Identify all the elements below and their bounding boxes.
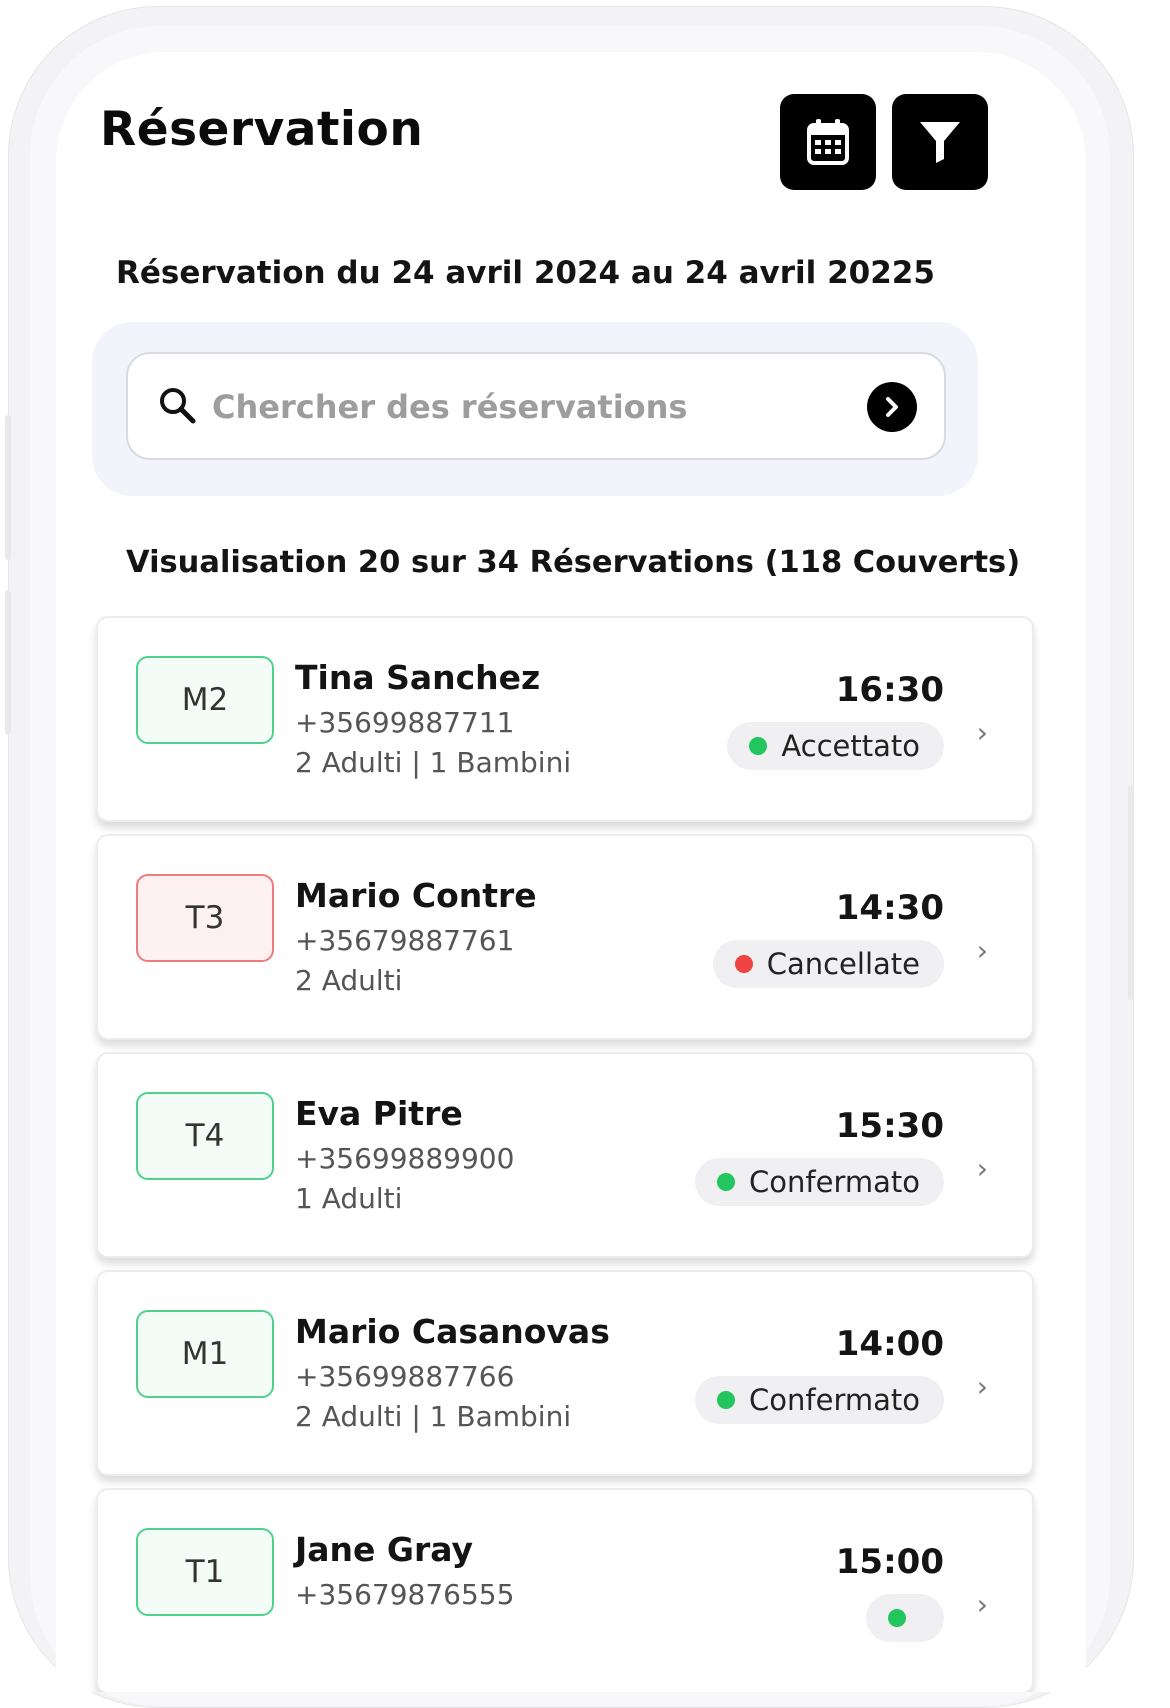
status-badge: Confermato — [695, 1376, 944, 1424]
status-label: Cancellate — [766, 947, 920, 981]
table-badge: T3 — [136, 874, 274, 962]
table-badge: T1 — [136, 1528, 274, 1616]
guest-covers: 1 Adulti — [295, 1182, 403, 1215]
date-range-text: Réservation du 24 avril 2024 au 24 avril… — [116, 255, 935, 291]
chevron-right-icon — [886, 397, 898, 417]
guest-name: Mario Contre — [295, 876, 537, 915]
reservation-time: 16:30 — [835, 670, 944, 710]
status-label: Confermato — [749, 1165, 920, 1199]
reservation-time: 14:00 — [835, 1324, 944, 1364]
guest-covers: 2 Adulti — [295, 964, 403, 997]
reservation-card[interactable]: M2 Tina Sanchez +35699887711 2 Adulti | … — [96, 616, 1034, 822]
app-screen: Réservation Réservation du 24 avril 2024… — [56, 52, 1086, 1692]
status-label: Confermato — [749, 1383, 920, 1417]
reservation-card[interactable]: T3 Mario Contre +35679887761 2 Adulti 14… — [96, 834, 1034, 1040]
guest-name: Eva Pitre — [295, 1094, 463, 1133]
search-submit-button[interactable] — [867, 382, 917, 432]
chevron-right-icon: › — [976, 1152, 988, 1185]
calendar-button[interactable] — [780, 94, 876, 190]
search-panel — [92, 322, 978, 496]
guest-phone: +35679887761 — [295, 924, 515, 957]
guest-phone: +35679876555 — [295, 1578, 515, 1611]
guest-name: Tina Sanchez — [295, 658, 541, 697]
reservation-card[interactable]: T4 Eva Pitre +35699889900 1 Adulti 15:30… — [96, 1052, 1034, 1258]
reservation-card[interactable]: T1 Jane Gray +35679876555 15:00 › — [96, 1488, 1034, 1692]
status-dot — [749, 737, 768, 755]
guest-phone: +35699887711 — [295, 706, 515, 739]
status-dot — [717, 1391, 736, 1409]
filter-button[interactable] — [892, 94, 988, 190]
status-badge: Confermato — [695, 1158, 944, 1206]
volume-down-button — [5, 590, 11, 735]
reservation-card[interactable]: M1 Mario Casanovas +35699887766 2 Adulti… — [96, 1270, 1034, 1476]
calendar-icon — [807, 119, 849, 165]
guest-phone: +35699889900 — [295, 1142, 515, 1175]
search-input[interactable] — [210, 374, 814, 440]
search-box — [126, 352, 946, 460]
table-badge: M1 — [136, 1310, 274, 1398]
status-dot — [717, 1173, 736, 1191]
guest-covers: 2 Adulti | 1 Bambini — [295, 1400, 572, 1433]
power-button — [1128, 785, 1134, 1000]
chevron-right-icon: › — [976, 1588, 988, 1621]
status-label: Accettato — [781, 729, 920, 763]
reservation-time: 15:30 — [835, 1106, 944, 1146]
chevron-right-icon: › — [976, 1370, 988, 1403]
reservation-time: 14:30 — [835, 888, 944, 928]
status-dot — [734, 955, 753, 973]
filter-icon — [920, 122, 960, 163]
guest-phone: +35699887766 — [295, 1360, 515, 1393]
status-badge: Accettato — [727, 722, 944, 770]
status-dot — [888, 1609, 906, 1627]
results-summary: Visualisation 20 sur 34 Réservations (11… — [126, 545, 1021, 580]
reservation-time: 15:00 — [835, 1542, 944, 1582]
table-badge: M2 — [136, 656, 274, 744]
search-icon — [160, 388, 196, 424]
table-badge: T4 — [136, 1092, 274, 1180]
guest-covers: 2 Adulti | 1 Bambini — [295, 746, 572, 779]
guest-name: Jane Gray — [295, 1530, 474, 1569]
volume-up-button — [5, 415, 11, 560]
page-title: Réservation — [100, 102, 424, 157]
status-badge: Cancellate — [712, 940, 944, 988]
chevron-right-icon: › — [976, 716, 988, 749]
chevron-right-icon: › — [976, 934, 988, 967]
status-badge — [866, 1594, 944, 1642]
guest-name: Mario Casanovas — [295, 1312, 610, 1351]
